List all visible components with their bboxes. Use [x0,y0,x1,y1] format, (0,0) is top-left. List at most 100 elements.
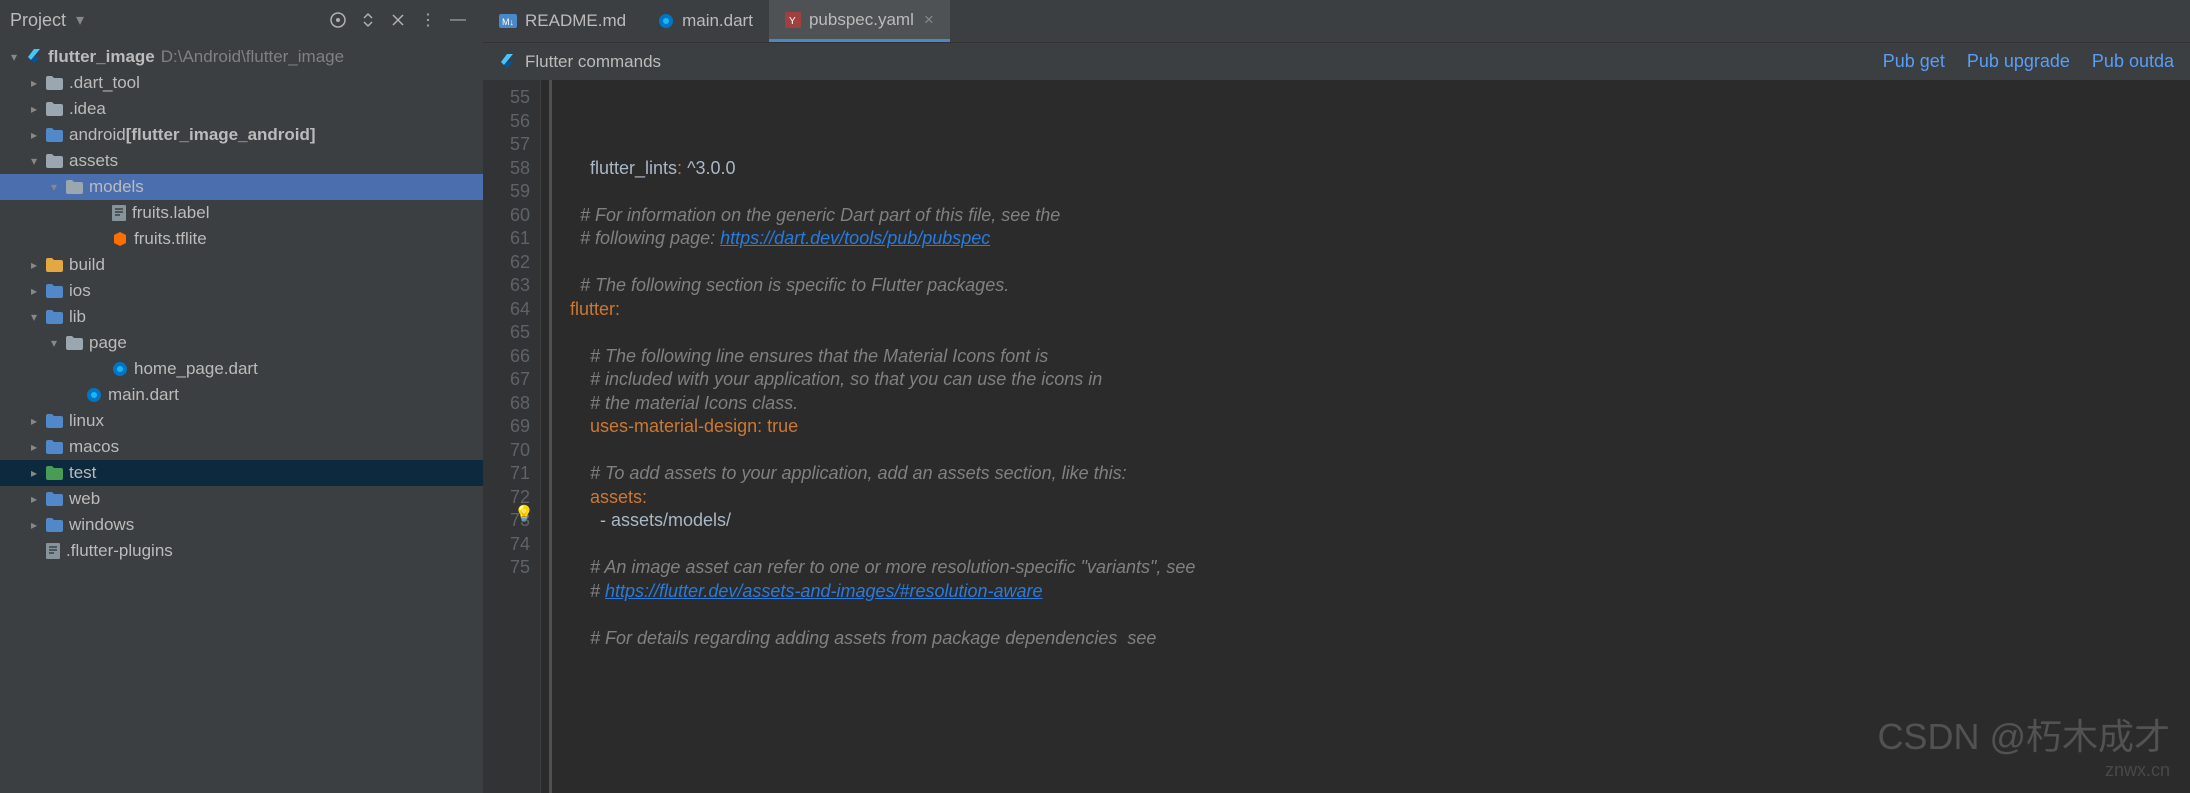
tree-item-label: home_page.dart [134,359,258,379]
dart-icon [658,13,674,29]
chevron-icon: ▸ [26,284,42,298]
chevron-icon: ▾ [46,336,62,350]
folder-icon [46,154,63,168]
tree-file[interactable]: fruits.tflite [0,226,483,252]
folder-icon [46,102,63,116]
folder-green-icon [46,466,63,480]
tree-item-label: android [69,125,126,145]
svg-text:M↓: M↓ [502,17,514,27]
project-sidebar: Project ▾ ⋮ — ▾ flutter_image D:\Android… [0,0,483,793]
tree-file[interactable]: home_page.dart [0,356,483,382]
tree-file[interactable]: .flutter-plugins [0,538,483,564]
tree-item-label: test [69,463,96,483]
close-icon[interactable]: × [924,10,934,30]
chevron-icon: ▾ [6,50,22,64]
file-text-icon [46,543,60,559]
tree-folder[interactable]: ▸web [0,486,483,512]
project-header: Project ▾ ⋮ — [0,0,483,40]
tree-item-label: assets [69,151,118,171]
tree-item-label: .dart_tool [69,73,140,93]
main-area: M↓README.mdmain.dartYpubspec.yaml× Flutt… [483,0,2190,793]
folder-icon [46,76,63,90]
tree-folder[interactable]: ▸ test [0,460,483,486]
pub-actions: Pub get Pub upgrade Pub outda [1883,51,2174,72]
tree-folder[interactable]: ▾ page [0,330,483,356]
chevron-icon: ▸ [26,76,42,90]
minimize-icon[interactable]: — [446,8,470,32]
tree-item-label: lib [69,307,86,327]
tree-folder[interactable]: ▸ macos [0,434,483,460]
tree-file[interactable]: main.dart [0,382,483,408]
watermark: CSDN @朽木成才 znwx.cn [1877,708,2170,781]
pub-action[interactable]: Pub upgrade [1967,51,2070,72]
tree-folder[interactable]: ▸ios [0,278,483,304]
tree-file[interactable]: fruits.label [0,200,483,226]
lightbulb-icon[interactable]: 💡 [514,503,534,527]
tree-item-label: macos [69,437,119,457]
root-name: flutter_image [48,47,155,67]
code-editor[interactable]: 5556575859606162636465666768697071727374… [483,80,2190,793]
tree-item-label: .idea [69,99,106,119]
chevron-down-icon[interactable]: ▾ [76,10,84,30]
tree-item-label: fruits.label [132,203,209,223]
folder-blue-icon [46,440,63,454]
tree-folder[interactable]: ▸ .dart_tool [0,70,483,96]
tree-item-label: models [89,177,144,197]
tree-item-label: page [89,333,127,353]
chevron-icon: ▸ [26,102,42,116]
flutter-commands-bar: Flutter commands Pub get Pub upgrade Pub o… [483,42,2190,80]
root-path: D:\Android\flutter_image [161,47,344,67]
chevron-icon: ▸ [26,128,42,142]
chevron-icon: ▾ [26,310,42,324]
tree-item-label: linux [69,411,104,431]
chevron-icon: ▸ [26,414,42,428]
tree-folder[interactable]: ▸android [flutter_image_android] [0,122,483,148]
chevron-icon: ▾ [46,180,62,194]
file-tflite-icon [112,231,128,247]
more-icon[interactable]: ⋮ [416,8,440,32]
editor-tabs: M↓README.mdmain.dartYpubspec.yaml× [483,0,2190,42]
tab-main-dart[interactable]: main.dart [642,0,769,42]
tree-folder[interactable]: ▸ linux [0,408,483,434]
tree-item-label: main.dart [108,385,179,405]
expand-all-icon[interactable] [356,8,380,32]
folder-icon [66,336,83,350]
tree-item-label: .flutter-plugins [66,541,173,561]
file-text-icon [112,205,126,221]
tree-folder[interactable]: ▾ assets [0,148,483,174]
tree-root[interactable]: ▾ flutter_image D:\Android\flutter_image [0,44,483,70]
tab-README-md[interactable]: M↓README.md [483,0,642,42]
tree-folder[interactable]: ▸windows [0,512,483,538]
file-dart-icon [86,387,102,403]
folder-orange-icon [46,258,63,272]
chevron-icon: ▸ [26,466,42,480]
chevron-icon: ▾ [26,154,42,168]
folder-blue-icon [46,414,63,428]
tree-item-label: fruits.tflite [134,229,207,249]
folder-icon [66,180,83,194]
tree-folder[interactable]: ▾ lib [0,304,483,330]
flutter-icon [499,54,515,70]
project-tree: ▾ flutter_image D:\Android\flutter_image… [0,40,483,793]
code-content[interactable]: 💡 flutter_lints: ^3.0.0 # For informatio… [549,80,2190,793]
pub-action[interactable]: Pub get [1883,51,1945,72]
tab-pubspec-yaml[interactable]: Ypubspec.yaml× [769,0,950,42]
flutter-commands-label[interactable]: Flutter commands [499,52,661,72]
chevron-icon: ▸ [26,492,42,506]
tree-folder[interactable]: ▸ .idea [0,96,483,122]
folder-blue-icon [46,284,63,298]
folder-blue-icon [46,128,63,142]
tree-folder[interactable]: ▾ models [0,174,483,200]
collapse-all-icon[interactable] [386,8,410,32]
svg-text:Y: Y [789,16,796,27]
select-file-icon[interactable] [326,8,350,32]
line-gutter: 5556575859606162636465666768697071727374… [483,80,541,793]
chevron-icon: ▸ [26,440,42,454]
md-icon: M↓ [499,14,517,28]
chevron-icon: ▸ [26,518,42,532]
folder-blue-icon [46,518,63,532]
pub-action[interactable]: Pub outda [2092,51,2174,72]
chevron-icon: ▸ [26,258,42,272]
project-label[interactable]: Project [10,10,66,31]
tree-folder[interactable]: ▸build [0,252,483,278]
